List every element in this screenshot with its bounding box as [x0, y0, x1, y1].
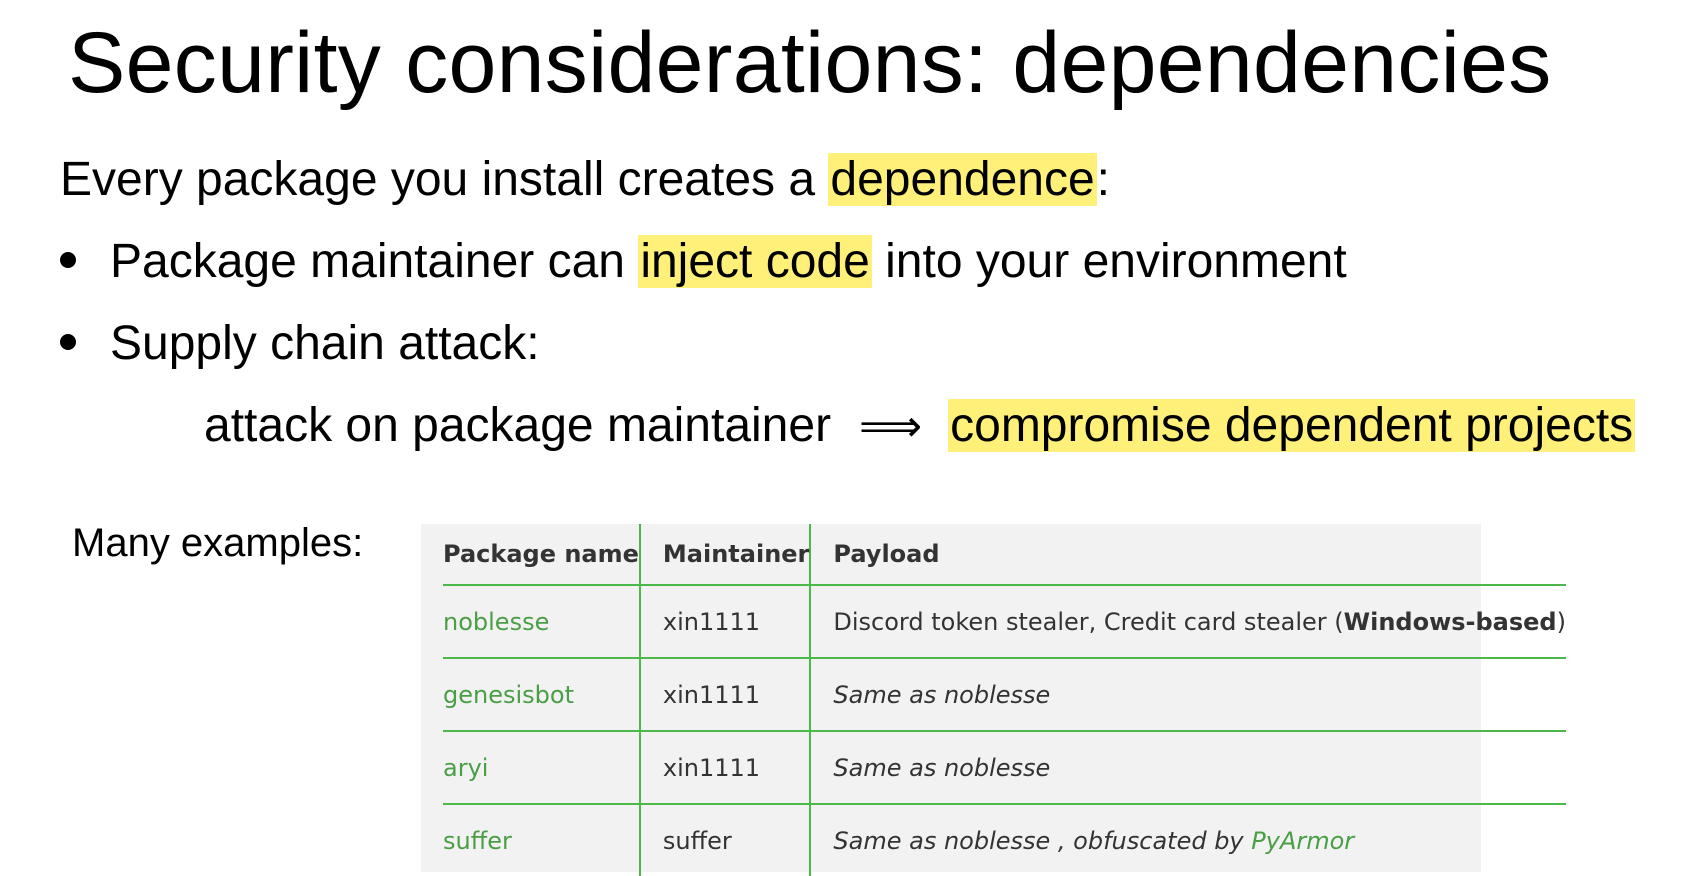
package-link-suffer[interactable]: suffer [443, 804, 640, 876]
payload-end: ) [1556, 607, 1566, 636]
payload-text: Discord token stealer, Credit card steal… [833, 607, 1344, 636]
maintainer-cell: suffer [638, 804, 811, 876]
maintainer-cell: xin1111 [638, 658, 811, 732]
examples-table-panel: Package name Maintainer Payload noblesse… [421, 524, 1566, 876]
bullet-2-text: Supply chain attack: [110, 317, 540, 370]
maintainer-cell: xin1111 [638, 585, 811, 659]
implies-arrow-icon: ⟹ [859, 401, 923, 452]
payload-italic-text: Same as noblesse , obfuscated by [833, 826, 1252, 855]
table-header-row: Package name Maintainer Payload [443, 524, 1566, 586]
bullet-dot-2 [60, 334, 76, 350]
payload-cell: Discord token stealer, Credit card steal… [809, 585, 1566, 659]
pyarmor-link[interactable]: PyArmor [1251, 827, 1354, 855]
table-row: genesisbot xin1111 Same as noblesse [443, 658, 1566, 732]
maintainer-cell: xin1111 [638, 731, 811, 805]
intro-text: Every package you install creates a [60, 153, 829, 206]
bullet-2: Supply chain attack: [110, 314, 540, 374]
slide-title: Security considerations: dependencies [68, 15, 1552, 111]
package-link-noblesse[interactable]: noblesse [443, 585, 640, 659]
examples-label: Many examples: [72, 521, 364, 565]
header-maintainer: Maintainer [638, 524, 811, 586]
attack-text: attack on package maintainer [204, 399, 832, 452]
table-row: aryi xin1111 Same as noblesse [443, 731, 1566, 805]
package-link-genesisbot[interactable]: genesisbot [443, 658, 640, 732]
intro-colon: : [1096, 153, 1111, 206]
attack-line: attack on package maintainer ⟹ compromise … [204, 396, 1636, 457]
bullet-1-rest: into your environment [871, 235, 1347, 288]
bullet-1: Package maintainer can inject code into … [110, 232, 1347, 292]
examples-table: Package name Maintainer Payload noblesse… [443, 524, 1566, 876]
payload-cell: Same as noblesse [809, 658, 1566, 732]
bullet-1-highlight: inject code [638, 235, 872, 288]
payload-cell: Same as noblesse , obfuscated by PyArmor [809, 804, 1566, 876]
payload-bold: Windows-based [1343, 607, 1557, 636]
header-package-name: Package name [443, 524, 640, 586]
package-link-aryi[interactable]: aryi [443, 731, 640, 805]
intro-highlight: dependence [828, 153, 1097, 206]
bullet-1-text: Package maintainer can [110, 235, 639, 288]
payload-cell: Same as noblesse [809, 731, 1566, 805]
header-payload: Payload [809, 524, 1566, 586]
intro-line: Every package you install creates a depe… [60, 150, 1110, 210]
table-row: noblesse xin1111 Discord token stealer, … [443, 585, 1566, 659]
attack-highlight: compromise dependent projects [948, 399, 1636, 452]
table-row: suffer suffer Same as noblesse , obfusca… [443, 804, 1566, 876]
bullet-dot-1 [60, 252, 76, 268]
